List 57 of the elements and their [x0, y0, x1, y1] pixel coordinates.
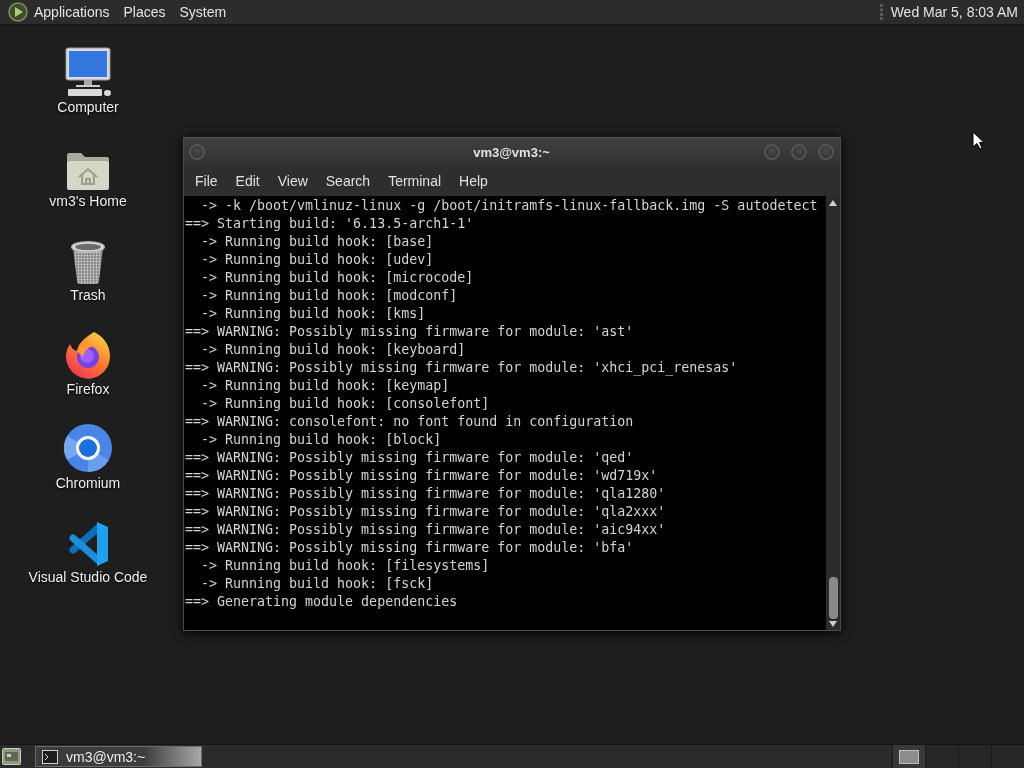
- flame-globe-icon[interactable]: [64, 331, 112, 379]
- terminal-line: ==> WARNING: Possibly missing firmware for module: 'ast': [185, 323, 635, 341]
- menu-item[interactable]: Search: [317, 169, 379, 193]
- terminal-line: ==> WARNING: Possibly missing firmware for module: 'aic94xx': [185, 521, 667, 539]
- mouse-pointer-icon: [972, 131, 985, 150]
- menu-item[interactable]: File: [187, 169, 226, 193]
- ring-logo-icon[interactable]: [63, 423, 113, 473]
- panel-menu[interactable]: Applications: [34, 1, 110, 23]
- mini-window-icon: [899, 749, 919, 764]
- monitor-icon[interactable]: [62, 47, 114, 97]
- clock[interactable]: Wed Mar 5, 8:03 AM: [888, 1, 1020, 23]
- ribbon-logo-icon[interactable]: [66, 521, 110, 567]
- window-title: vm3@vm3:~: [473, 144, 550, 160]
- menu-item[interactable]: Help: [451, 169, 496, 193]
- terminal-icon: [42, 749, 58, 764]
- trash-icon[interactable]: [68, 239, 108, 285]
- taskbar-button[interactable]: vm3@vm3:~: [35, 746, 202, 767]
- menu-item[interactable]: View: [269, 169, 316, 193]
- terminal-line: -> Running build hook: [fsck]: [200, 575, 435, 593]
- show-desktop-icon[interactable]: [2, 748, 21, 765]
- desktop-icon-label[interactable]: Computer: [57, 99, 119, 115]
- terminal-line: -> Running build hook: [consolefont]: [200, 395, 491, 413]
- panel-menu[interactable]: Places: [123, 1, 166, 23]
- terminal-line: -> Running build hook: [keyboard]: [200, 341, 467, 359]
- scrollbar-thumb[interactable]: [828, 577, 838, 619]
- terminal-line: -> Running build hook: [kms]: [200, 305, 427, 323]
- desktop-icon-label[interactable]: Chromium: [55, 475, 121, 491]
- terminal-line: ==> WARNING: Possibly missing firmware for module: 'wd719x': [185, 467, 659, 485]
- menu-logo-icon[interactable]: [8, 2, 28, 22]
- menu-item[interactable]: Terminal: [380, 169, 450, 193]
- terminal-line: ==> Generating module dependencies: [185, 593, 459, 611]
- terminal-line: -> Running build hook: [filesystems]: [200, 557, 491, 575]
- terminal-line: -> Running build hook: [modconf]: [200, 287, 459, 305]
- terminal-line: ==> WARNING: Possibly missing firmware for module: 'qed': [185, 449, 635, 467]
- scrollbar-track[interactable]: [826, 196, 840, 630]
- scroll-up-arrow-icon[interactable]: [829, 200, 837, 206]
- terminal-line: ==> WARNING: Possibly missing firmware for module: 'qla2xxx': [185, 503, 667, 521]
- desktop-icon-label[interactable]: Visual Studio Code: [28, 569, 148, 585]
- workspace-button[interactable]: [892, 745, 925, 768]
- scroll-down-arrow-icon[interactable]: [829, 621, 837, 627]
- panel-menu[interactable]: System: [179, 1, 227, 23]
- panel-handle-icon: [879, 4, 883, 20]
- terminal-line: ==> WARNING: consolefont: no font found in configuration: [185, 413, 635, 431]
- terminal-line: -> Running build hook: [microcode]: [200, 269, 475, 287]
- terminal-line: -> Running build hook: [block]: [200, 431, 443, 449]
- desktop-icon-label[interactable]: vm3's Home: [49, 193, 127, 209]
- desktop-icon-label[interactable]: Firefox: [66, 381, 110, 397]
- terminal-line: -> Running build hook: [udev]: [200, 251, 435, 269]
- desktop-icon-label[interactable]: Trash: [70, 287, 106, 303]
- terminal-line: ==> Starting build: '6.13.5-arch1-1': [185, 215, 475, 233]
- terminal-line: -> Running build hook: [base]: [200, 233, 435, 251]
- terminal-line: -> Running build hook: [keymap]: [200, 377, 451, 395]
- terminal-line: ==> WARNING: Possibly missing firmware for module: 'bfa': [185, 539, 635, 557]
- menu-item[interactable]: Edit: [227, 169, 268, 193]
- terminal-line: ==> WARNING: Possibly missing firmware for module: 'qla1280': [185, 485, 667, 503]
- terminal-line: -> -k /boot/vmlinuz-linux -g /boot/initramfs-linux-fallback.img -S autodetect: [200, 197, 819, 215]
- terminal-line: ==> WARNING: Possibly missing firmware for module: 'xhci_pci_renesas': [185, 359, 739, 377]
